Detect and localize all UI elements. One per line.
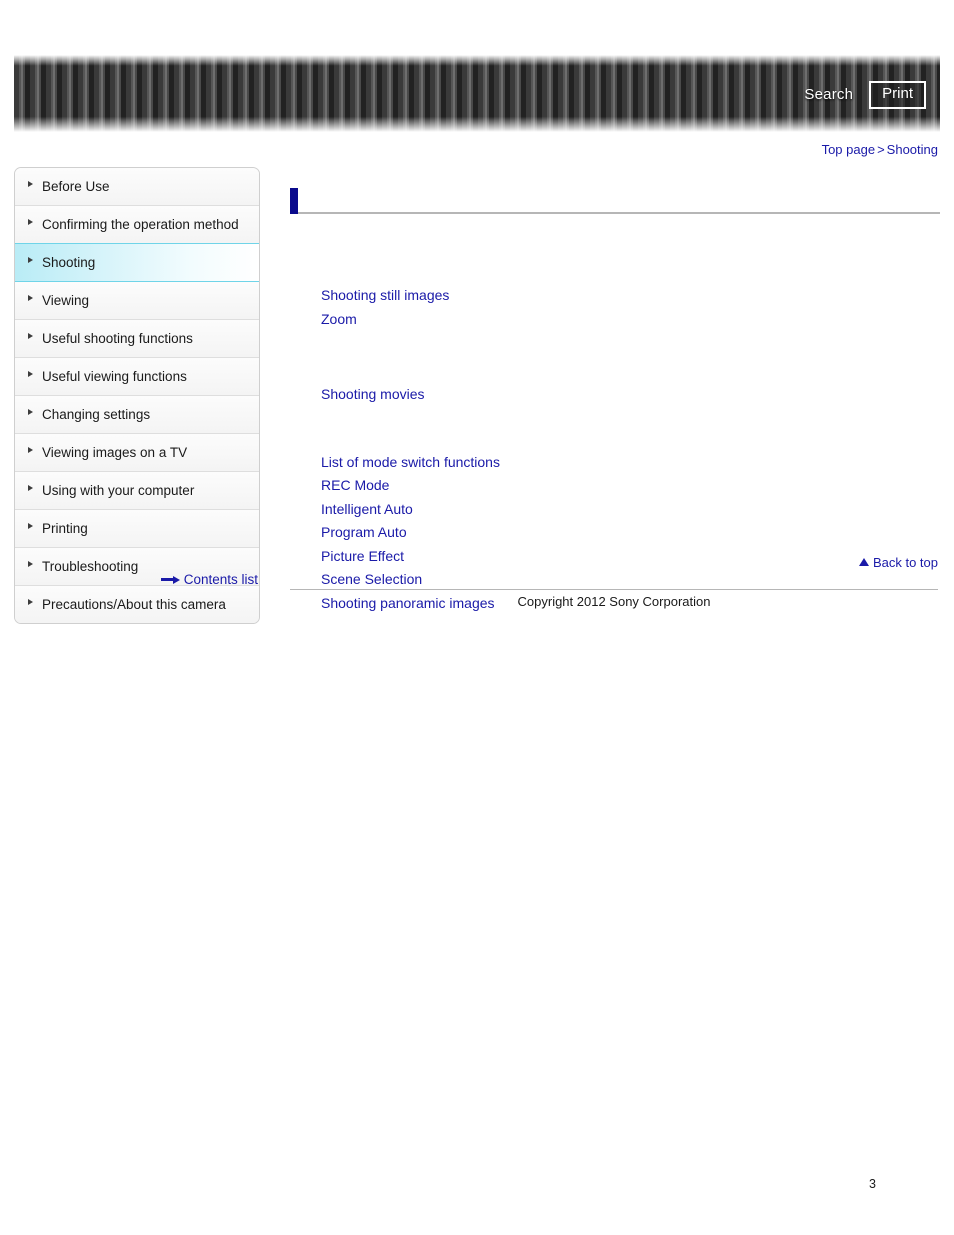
triangle-right-icon [28, 219, 33, 225]
content-link-scene-selection[interactable]: Scene Selection [290, 568, 940, 592]
content-link-intelligent-auto[interactable]: Intelligent Auto [290, 498, 940, 522]
sidebar-item-label: Useful shooting functions [42, 331, 193, 346]
sidebar-item-viewing[interactable]: Viewing [15, 282, 259, 320]
content-group: Shooting movies [290, 361, 940, 407]
content-group: Shooting still images Zoom [290, 262, 940, 331]
sidebar-item-label: Precautions/About this camera [42, 597, 226, 612]
main-content: Shooting still images Zoom Shooting movies… [290, 186, 940, 615]
sidebar-item-label: Changing settings [42, 407, 151, 422]
sidebar-item-label: Viewing images on a TV [42, 445, 188, 460]
page-number: 3 [869, 1177, 876, 1191]
content-link-shooting-movies[interactable]: Shooting movies [290, 383, 940, 407]
sidebar-item-useful-shooting-functions[interactable]: Useful shooting functions [15, 320, 259, 358]
back-to-top-link[interactable]: Back to top [858, 554, 938, 570]
triangle-right-icon [28, 561, 33, 567]
sidebar-item-label: Shooting [42, 255, 96, 270]
contents-list-row: Contents list [14, 572, 258, 587]
triangle-right-icon [28, 447, 33, 453]
sidebar-item-using-with-your-computer[interactable]: Using with your computer [15, 472, 259, 510]
footer-divider [290, 589, 938, 590]
arrow-right-icon [160, 575, 180, 584]
section-heading [290, 262, 940, 284]
content-link-list-of-mode-switch-functions[interactable]: List of mode switch functions [290, 451, 940, 475]
back-to-top-row: Back to top [290, 554, 938, 570]
triangle-right-icon [28, 181, 33, 187]
sidebar-item-shooting[interactable]: Shooting [15, 243, 259, 282]
breadcrumb: Top page > Shooting [822, 142, 938, 157]
sidebar-item-before-use[interactable]: Before Use [15, 168, 259, 206]
title-marker-bar [290, 188, 298, 214]
breadcrumb-separator: > [877, 142, 885, 157]
sidebar-item-precautions-about-this-camera[interactable]: Precautions/About this camera [15, 586, 259, 623]
sidebar-item-label: Confirming the operation method [42, 217, 239, 232]
sidebar-item-label: Useful viewing functions [42, 369, 187, 384]
content-link-program-auto[interactable]: Program Auto [290, 521, 940, 545]
triangle-right-icon [28, 485, 33, 491]
contents-list-link[interactable]: Contents list [160, 572, 258, 587]
contents-list-label: Contents list [183, 572, 258, 587]
sidebar-item-printing[interactable]: Printing [15, 510, 259, 548]
header-banner: Search Print [14, 55, 940, 132]
triangle-right-icon [28, 257, 33, 263]
sidebar-navigation: Before Use Confirming the operation metho… [14, 167, 260, 624]
sidebar-item-label: Viewing [42, 293, 90, 308]
header-actions: Search Print [804, 81, 926, 109]
section-heading [290, 361, 940, 383]
sidebar-item-label: Printing [42, 521, 88, 536]
section-heading [290, 429, 940, 451]
page-title [298, 188, 940, 214]
sidebar-item-changing-settings[interactable]: Changing settings [15, 396, 259, 434]
page-title-row [290, 186, 940, 214]
breadcrumb-current[interactable]: Shooting [887, 142, 938, 157]
content-group: List of mode switch functions REC Mode Int… [290, 429, 940, 616]
search-button[interactable]: Search [804, 86, 853, 103]
sidebar-item-viewing-images-on-a-tv[interactable]: Viewing images on a TV [15, 434, 259, 472]
triangle-right-icon [28, 371, 33, 377]
triangle-up-icon [858, 558, 869, 566]
sidebar-item-label: Using with your computer [42, 483, 195, 498]
print-button[interactable]: Print [869, 81, 926, 109]
back-to-top-label: Back to top [872, 554, 938, 570]
triangle-right-icon [28, 599, 33, 605]
content-link-rec-mode[interactable]: REC Mode [290, 474, 940, 498]
sidebar-item-confirming-the-operation-method[interactable]: Confirming the operation method [15, 206, 259, 244]
sidebar-item-useful-viewing-functions[interactable]: Useful viewing functions [15, 358, 259, 396]
breadcrumb-top-page[interactable]: Top page [822, 142, 876, 157]
content-link-shooting-still-images[interactable]: Shooting still images [290, 284, 940, 308]
triangle-right-icon [28, 409, 33, 415]
content-link-zoom[interactable]: Zoom [290, 308, 940, 332]
triangle-right-icon [28, 523, 33, 529]
copyright-text: Copyright 2012 Sony Corporation [517, 594, 711, 609]
triangle-right-icon [28, 295, 33, 301]
sidebar-item-label: Before Use [42, 179, 110, 194]
triangle-right-icon [28, 333, 33, 339]
